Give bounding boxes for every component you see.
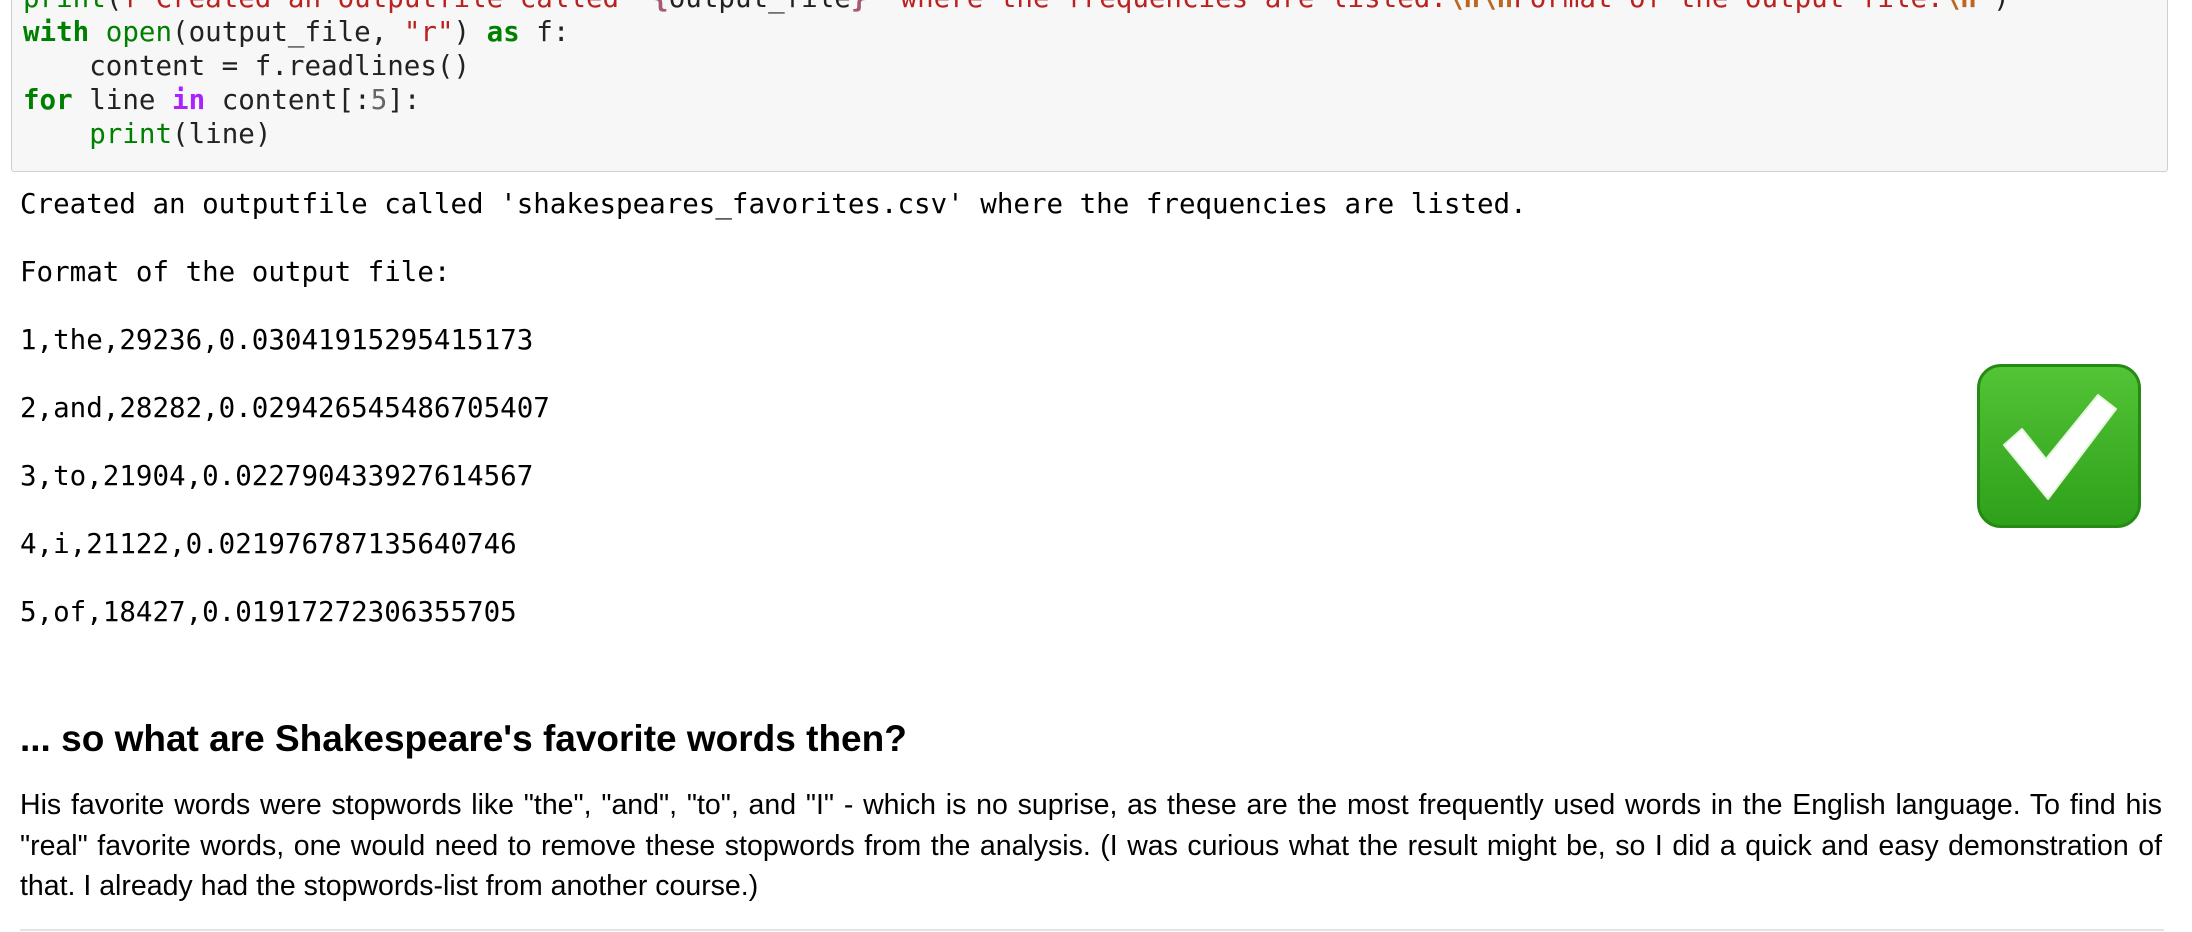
output-row: 5,of,18427,0.01917272306355705 bbox=[20, 596, 517, 628]
output-row: 2,and,28282,0.029426545486705407 bbox=[20, 392, 550, 424]
section-heading: ... so what are Shakespeare's favorite w… bbox=[20, 718, 907, 759]
code-line-5: print(line) bbox=[89, 118, 272, 150]
output-row: 3,to,21904,0.022790433927614567 bbox=[20, 460, 534, 492]
section-paragraph: His favorite words were stopwords like "… bbox=[20, 789, 2162, 902]
code-cell[interactable]: print(f"Created an outputfile called '{o… bbox=[11, 0, 2168, 172]
output-row: 1,the,29236,0.03041915295415173 bbox=[20, 324, 534, 356]
code-line-1: print(f"Created an outputfile called '{o… bbox=[23, 0, 2010, 15]
output-row: 4,i,21122,0.021976787135640746 bbox=[20, 528, 517, 560]
code-line-3: content = f.readlines() bbox=[23, 50, 471, 82]
output-line-created: Created an outputfile called 'shakespear… bbox=[20, 188, 1527, 220]
code-line-4: for line in content[:5]: bbox=[23, 84, 421, 116]
output-line-format: Format of the output file: bbox=[20, 256, 451, 288]
horizontal-rule bbox=[20, 929, 2164, 931]
check-mark-button-icon bbox=[1977, 364, 2141, 528]
check-mark-glyph bbox=[2003, 394, 2117, 500]
code-line-2: with open(output_file, "r") as f: bbox=[23, 16, 570, 48]
